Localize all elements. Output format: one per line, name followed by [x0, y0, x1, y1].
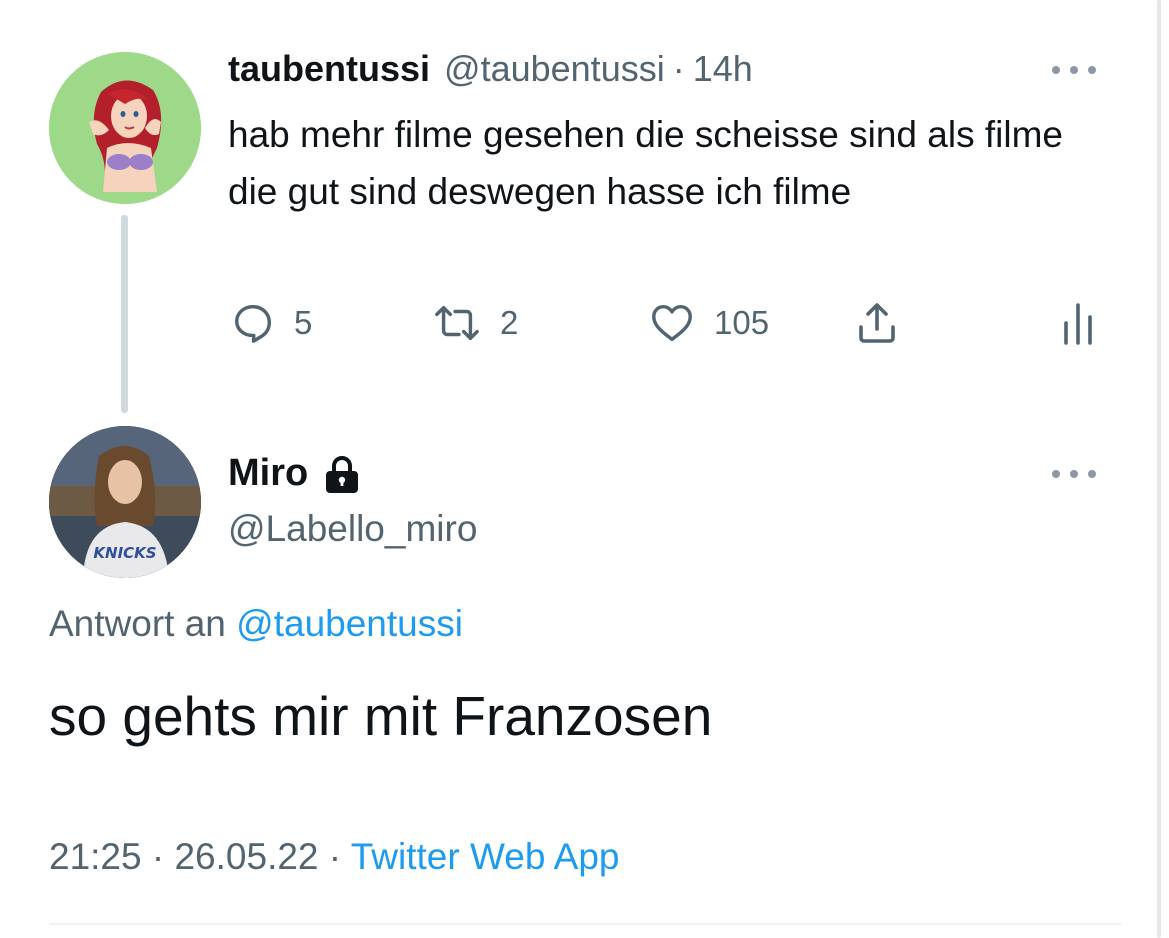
divider — [49, 923, 1121, 925]
share-upload-icon — [859, 303, 895, 343]
meta-separator-1: · — [151, 836, 165, 877]
reply-count: 5 — [294, 304, 313, 341]
parent-display-name[interactable]: taubentussi — [228, 48, 430, 90]
parent-tweet-header: taubentussi @taubentussi · 14h — [228, 48, 753, 96]
tweet-time[interactable]: 21:25 — [49, 836, 142, 877]
avatar-taubentussi[interactable] — [49, 52, 201, 204]
share-button[interactable] — [853, 298, 901, 348]
mermaid-avatar-image — [49, 52, 201, 204]
parent-separator: · — [672, 48, 685, 89]
parent-more-ellipsis-icon[interactable] — [1052, 60, 1096, 80]
reply-to-prefix: Antwort an — [49, 603, 226, 644]
tweet-thread: taubentussi @taubentussi · 14h hab mehr … — [0, 0, 1169, 938]
retweet-arrows-icon — [435, 305, 479, 341]
reply-handle[interactable]: @Labello_miro — [228, 508, 477, 550]
reply-tweet-text: so gehts mir mit Franzosen — [49, 685, 713, 747]
retweet-button[interactable]: 2 — [432, 298, 518, 348]
reply-to-line: Antwort an @taubentussi — [49, 603, 463, 645]
shirt-text: KNICKS — [93, 544, 156, 562]
speech-bubble-icon — [234, 304, 272, 343]
meta-separator-2: · — [328, 836, 342, 877]
reply-display-name-row: Miro — [228, 452, 362, 495]
bar-stats-icon — [1064, 303, 1092, 345]
tweet-meta: 21:25 · 26.05.22 · Twitter Web App — [49, 836, 619, 878]
stats-button[interactable] — [1058, 298, 1098, 348]
reply-display-name[interactable]: Miro — [228, 452, 308, 495]
reply-to-mention-link[interactable]: @taubentussi — [236, 603, 463, 644]
lock-icon — [326, 455, 359, 493]
like-count: 105 — [714, 304, 770, 341]
parent-timestamp[interactable]: 14h — [693, 48, 753, 90]
like-button[interactable]: 105 — [648, 298, 769, 348]
avatar-labello-miro[interactable]: KNICKS — [49, 426, 201, 578]
parent-tweet-text: hab mehr filme gesehen die scheisse sind… — [228, 114, 1063, 212]
heart-icon — [652, 304, 692, 342]
scrollbar[interactable] — [1157, 0, 1161, 938]
retweet-count: 2 — [500, 304, 519, 341]
parent-handle[interactable]: @taubentussi — [444, 48, 665, 90]
profile-photo-image: KNICKS — [49, 426, 201, 578]
tweet-date[interactable]: 26.05.22 — [174, 836, 318, 877]
reply-more-ellipsis-icon[interactable] — [1052, 464, 1096, 484]
tweet-source-link[interactable]: Twitter Web App — [351, 836, 620, 877]
reply-button[interactable]: 5 — [230, 298, 312, 348]
thread-connector-line — [121, 215, 128, 413]
